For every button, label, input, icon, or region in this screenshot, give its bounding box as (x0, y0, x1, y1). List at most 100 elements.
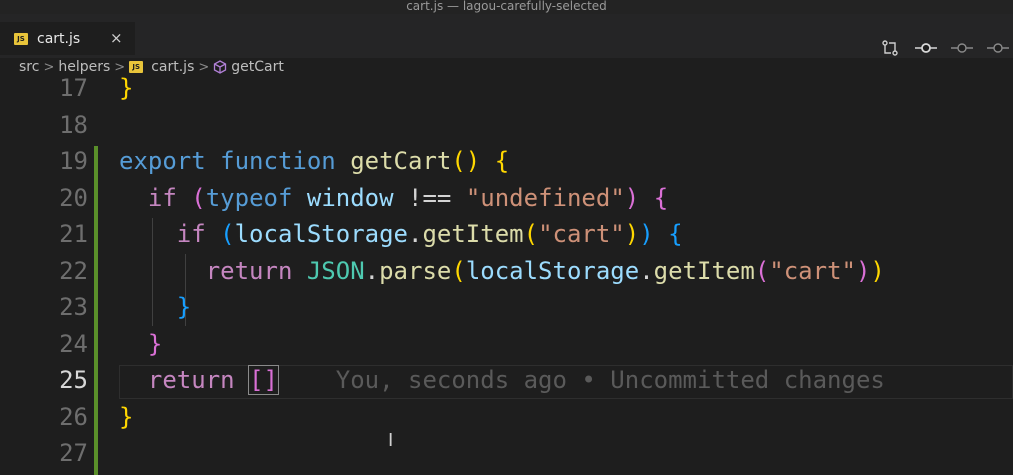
code-token: } (147, 329, 163, 358)
code-token: function (220, 147, 336, 175)
code-text: export function getCart() { (119, 143, 509, 179)
code-token: { (494, 147, 510, 175)
tab-label: cart.js (37, 30, 81, 47)
code-token: JSON (306, 256, 365, 285)
code-text: return [] You, seconds ago • Uncommitted… (119, 362, 885, 398)
code-token: localStorage (234, 220, 408, 248)
window-title: cart.js — lagou-carefully-selected (0, 0, 1013, 14)
code-token: getItem (653, 256, 755, 285)
code-token: localStorage (465, 256, 640, 285)
code-text: return JSON.parse(localStorage.getItem("… (119, 253, 885, 289)
code-token: ( (754, 256, 770, 285)
javascript-file-icon: JS (14, 32, 28, 45)
line-number: 24 (59, 329, 88, 358)
code-token: ( (523, 220, 539, 248)
line-number: 20 (59, 183, 88, 212)
code-token: getItem (422, 220, 524, 248)
line-number: 27 (59, 439, 88, 467)
code-line-18[interactable]: 18 (0, 107, 1013, 143)
line-number: 23 (59, 293, 88, 321)
code-token: window (306, 183, 394, 212)
code-token: !== (393, 183, 466, 212)
line-number: 18 (59, 110, 88, 139)
code-line-24[interactable]: 24 } (0, 326, 1013, 362)
code-token: ) (639, 220, 654, 248)
code-token: return (147, 366, 235, 394)
code-token: ) (855, 256, 871, 285)
code-token: if (176, 220, 206, 248)
code-text: } (119, 289, 191, 325)
code-token: parse (379, 256, 452, 285)
text-cursor-icon: I (388, 430, 394, 451)
line-number: 22 (59, 256, 88, 285)
code-line-26[interactable]: 26} (0, 399, 1013, 435)
code-token: . (364, 256, 380, 285)
code-editor[interactable]: 17} 18 19 export function getCart() {20 if … (0, 72, 1013, 475)
code-token: "undefined" (465, 183, 625, 212)
code-text: } (119, 326, 162, 362)
tab-cart-js[interactable]: JS cart.js × (0, 22, 135, 55)
code-line-21[interactable]: 21 if (localStorage.getItem("cart")) { (0, 216, 1013, 252)
git-commit-icon[interactable] (915, 40, 937, 56)
code-text: } (119, 70, 133, 106)
code-line-19[interactable]: 19 export function getCart() { (0, 143, 1013, 179)
code-token: ( (220, 220, 235, 248)
code-line-17[interactable]: 17} (0, 70, 1013, 106)
line-number: 17 (59, 74, 88, 102)
code-line-22[interactable]: 22 return JSON.parse(localStorage.getIte… (0, 253, 1013, 289)
code-line-23[interactable]: 23 } (0, 289, 1013, 325)
code-token: typeof (205, 183, 293, 212)
code-token: { (653, 183, 669, 212)
editor-toolbar (879, 40, 1013, 56)
code-text: } (119, 399, 133, 435)
code-token: ) (624, 220, 640, 248)
code-token: if (147, 183, 177, 212)
git-previous-icon[interactable] (951, 40, 973, 56)
code-token: } (176, 293, 192, 321)
git-compare-icon[interactable] (879, 40, 901, 56)
code-token: { (668, 220, 683, 248)
git-blame-annotation: You, seconds ago • Uncommitted changes (277, 366, 885, 394)
code-line-25[interactable]: 25 return [] You, seconds ago • Uncommit… (0, 362, 1013, 398)
tab-bar: JS cart.js × (0, 14, 1013, 58)
code-text: if (typeof window !== "undefined") { (119, 180, 668, 216)
code-line-20[interactable]: 20 if (typeof window !== "undefined") { (0, 180, 1013, 216)
line-number: 25 (59, 366, 88, 394)
code-token: export (119, 147, 206, 175)
code-token: } (119, 74, 134, 102)
git-next-icon[interactable] (987, 40, 1009, 56)
code-token: . (639, 256, 654, 285)
bracket-match-highlight: [] (248, 365, 279, 395)
code-token: ( (451, 256, 466, 285)
code-token: ( (191, 183, 206, 212)
code-token: ) (870, 256, 885, 285)
code-line-27[interactable]: 27 (0, 435, 1013, 471)
code-token: () (451, 147, 481, 175)
line-number: 19 (59, 147, 88, 175)
code-token: getCart (350, 147, 452, 175)
code-token: return (205, 256, 293, 285)
code-token: "cart" (538, 220, 625, 248)
code-text: if (localStorage.getItem("cart")) { (119, 216, 683, 252)
code-token: . (408, 220, 423, 248)
code-token: "cart" (769, 256, 856, 285)
code-token: ) (624, 183, 640, 212)
close-icon[interactable]: × (110, 29, 123, 47)
line-number: 21 (59, 220, 88, 248)
line-number: 26 (59, 402, 88, 431)
